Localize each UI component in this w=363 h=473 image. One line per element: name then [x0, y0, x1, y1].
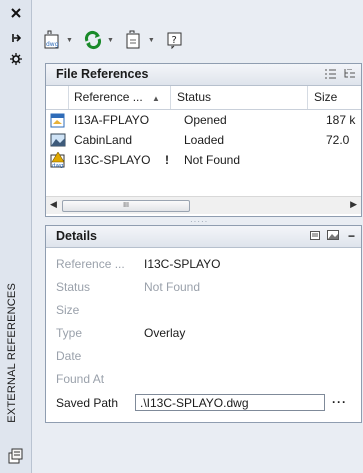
preview-icon[interactable]	[326, 229, 339, 243]
list-view-icon[interactable]	[325, 68, 336, 82]
change-path-icon[interactable]	[123, 29, 145, 51]
column-icon	[46, 86, 69, 109]
detail-row-size: Size	[46, 299, 361, 321]
scrollbar-thumb[interactable]: III	[62, 200, 190, 212]
palette-menu-icon[interactable]	[7, 447, 25, 465]
help-icon[interactable]: ?	[164, 29, 186, 51]
panel-splitter[interactable]: ·····	[45, 215, 362, 226]
tree-view-icon[interactable]	[344, 68, 355, 82]
saved-path-field[interactable]: .\I13C-SPLAYO.dwg	[135, 394, 325, 411]
reference-name: I13C-SPLAYO	[74, 153, 151, 167]
change-path-dropdown[interactable]: ▼	[123, 29, 155, 51]
table-row[interactable]: I13A-FPLAYO Opened 187 k	[46, 110, 361, 130]
detail-label: Status	[56, 280, 91, 294]
reference-name: I13A-FPLAYO	[74, 113, 150, 127]
detail-label: Reference ...	[56, 257, 125, 271]
palette-title-bar: EXTERNAL REFERENCES	[0, 0, 32, 473]
browse-button[interactable]: ···	[332, 391, 347, 413]
detail-value[interactable]: Overlay	[144, 322, 185, 344]
column-status[interactable]: Status	[171, 86, 308, 109]
refresh-dropdown[interactable]: ▼	[82, 29, 114, 51]
attach-dwg-icon[interactable]: dwg	[41, 29, 63, 51]
detail-value: Not Found	[144, 280, 201, 294]
detail-row-status: Status Not Found	[46, 276, 361, 298]
file-references-panel: File References Reference ... ▲ Status S…	[45, 63, 362, 217]
reference-status: Not Found	[184, 153, 241, 167]
detail-row-saved-path: Saved Path .\I13C-SPLAYO.dwg ···	[46, 392, 361, 414]
autohide-icon[interactable]	[8, 31, 24, 45]
file-references-header: File References	[46, 64, 361, 86]
scroll-right-icon[interactable]: ▶	[350, 199, 357, 210]
detail-label: Size	[56, 303, 80, 317]
reference-list: I13A-FPLAYO Opened 187 k CabinLand Loade…	[46, 110, 361, 170]
detail-label: Type	[56, 326, 83, 340]
svg-text:dwg: dwg	[52, 163, 63, 168]
reference-size: 72.0	[326, 133, 350, 147]
image-icon	[50, 132, 66, 148]
detail-row-date: Date	[46, 345, 361, 367]
detail-row-type: Type Overlay	[46, 322, 361, 344]
details-view-icon[interactable]	[309, 229, 321, 243]
detail-row-reference: Reference ... I13C-SPLAYO	[46, 253, 361, 275]
reference-name: CabinLand	[74, 133, 133, 147]
sort-ascending-icon: ▲	[152, 94, 160, 103]
detail-label: Saved Path	[56, 396, 119, 410]
column-headers: Reference ... ▲ Status Size	[46, 86, 361, 110]
details-panel: Details − Reference ... I13C-SPLAYO Stat…	[45, 225, 362, 423]
horizontal-scrollbar[interactable]: ◀ III ▶	[46, 196, 361, 214]
collapse-icon[interactable]: −	[348, 229, 355, 243]
dwg-warning-icon: dwg	[50, 151, 66, 169]
palette-title: EXTERNAL REFERENCES	[6, 283, 18, 423]
refresh-icon[interactable]	[82, 29, 104, 51]
panel-title: File References	[56, 67, 149, 81]
properties-icon[interactable]	[8, 52, 24, 66]
reference-status: Opened	[184, 113, 227, 127]
details-header: Details −	[46, 226, 361, 248]
detail-label: Found At	[56, 372, 105, 386]
scroll-left-icon[interactable]: ◀	[50, 199, 57, 210]
chevron-down-icon[interactable]: ▼	[107, 37, 114, 44]
detail-value[interactable]: I13C-SPLAYO	[144, 253, 220, 275]
svg-text:dwg: dwg	[46, 41, 59, 48]
reference-size: 187 k	[326, 113, 356, 127]
drawing-icon	[50, 112, 66, 128]
detail-label: Date	[56, 349, 82, 363]
column-reference-name[interactable]: Reference ... ▲	[68, 86, 171, 109]
attach-dropdown[interactable]: dwg ▼	[41, 29, 73, 51]
column-size[interactable]: Size	[308, 86, 363, 109]
close-icon[interactable]	[8, 6, 24, 20]
toolbar: dwg ▼ ▼ ▼ ?	[41, 20, 186, 60]
table-row[interactable]: CabinLand Loaded 72.0	[46, 130, 361, 150]
external-references-palette: dwg ▼ ▼ ▼ ? File References Reference ..…	[32, 0, 363, 473]
svg-text:?: ?	[171, 35, 176, 46]
table-row[interactable]: dwg I13C-SPLAYO ! Not Found	[46, 150, 361, 170]
chevron-down-icon[interactable]: ▼	[66, 37, 73, 44]
chevron-down-icon[interactable]: ▼	[148, 37, 155, 44]
detail-row-found-at: Found At	[46, 368, 361, 390]
panel-title: Details	[56, 229, 97, 243]
warning-indicator: !	[165, 153, 169, 167]
reference-status: Loaded	[184, 133, 225, 147]
